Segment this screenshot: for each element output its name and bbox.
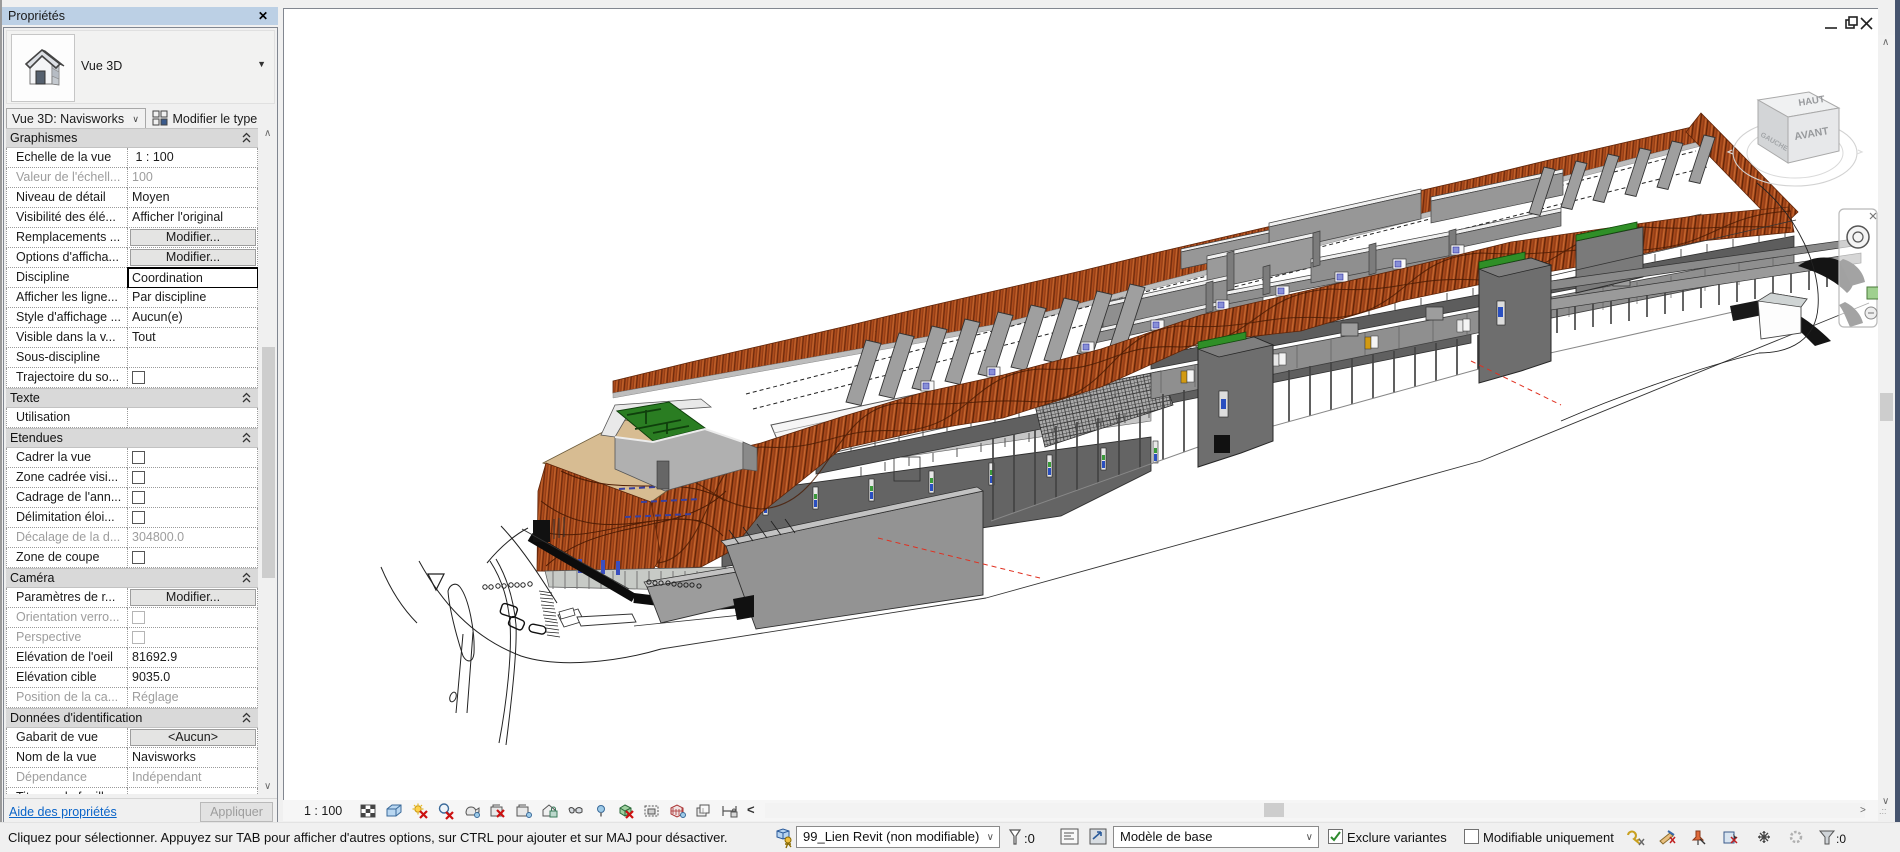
svg-text::0: :0 [1024, 831, 1035, 846]
svg-text::0: :0 [1836, 832, 1846, 846]
